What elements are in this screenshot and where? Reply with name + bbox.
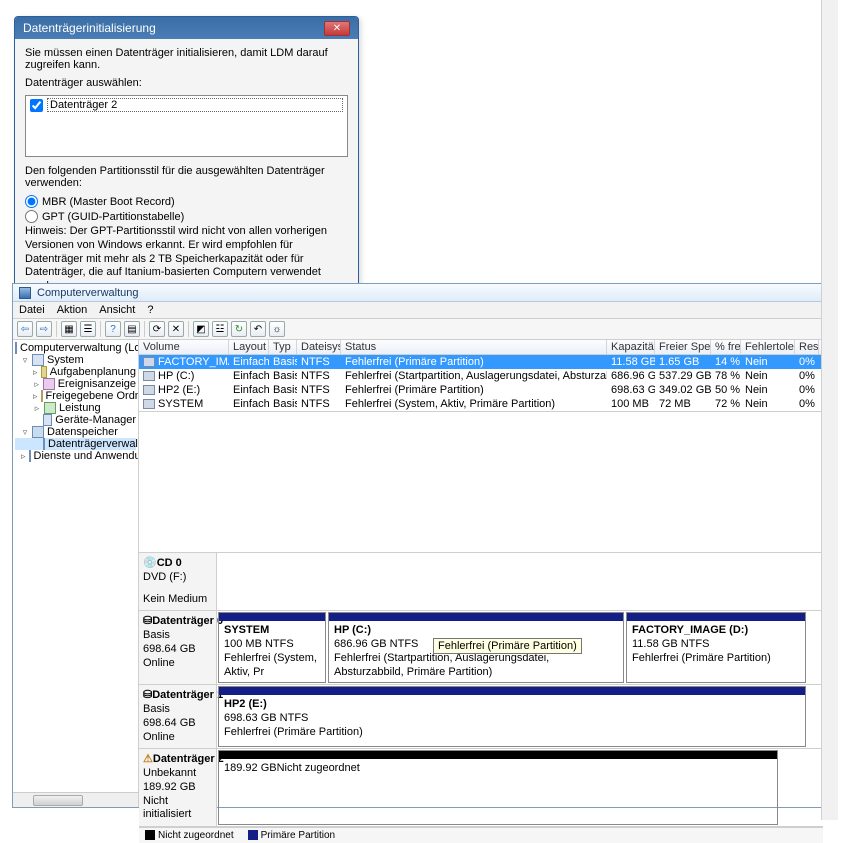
- tree-devmgr[interactable]: Geräte-Manager: [55, 414, 136, 426]
- legend: Nicht zugeordnet Primäre Partition: [139, 827, 823, 843]
- menu-action[interactable]: Aktion: [57, 304, 88, 316]
- volume-row[interactable]: SYSTEMEinfachBasisNTFSFehlerfrei (System…: [139, 397, 823, 411]
- gpt-radio-row[interactable]: GPT (GUID-Partitionstabelle): [25, 210, 348, 223]
- partition-style-label: Den folgenden Partitionsstil für die aus…: [25, 165, 348, 189]
- refresh-icon[interactable]: ⟳: [149, 321, 165, 337]
- toolbar: ⇦ ⇨ ▦ ☰ ? ▤ ⟳ ✕ ◩ ☳ ↻ ↶ ☼: [13, 319, 823, 340]
- up-icon[interactable]: ▦: [61, 321, 77, 337]
- cd-block[interactable]: 💿CD 0 DVD (F:) Kein Medium: [139, 553, 823, 611]
- dialog-title-text: Datenträgerinitialisierung: [23, 21, 156, 35]
- computer-management-window: Computerverwaltung Datei Aktion Ansicht …: [12, 283, 824, 808]
- properties-icon[interactable]: ▤: [124, 321, 140, 337]
- col-layout[interactable]: Layout: [229, 340, 269, 354]
- mbr-label: MBR (Master Boot Record): [42, 196, 175, 208]
- disk-management-pane: Volume Layout Typ Dateisystem Status Kap…: [139, 340, 823, 807]
- tree-root[interactable]: Computerverwaltung (Lokal): [20, 342, 139, 354]
- window-title: Computerverwaltung: [37, 287, 139, 299]
- close-icon[interactable]: ✕: [324, 21, 350, 36]
- partition[interactable]: FACTORY_IMAGE (D:)11.58 GB NTFSFehlerfre…: [626, 612, 806, 683]
- col-kap[interactable]: Kapazität: [607, 340, 655, 354]
- undo-icon[interactable]: ↶: [250, 321, 266, 337]
- partition-tooltip: Fehlerfrei (Primäre Partition): [433, 638, 582, 654]
- volume-row[interactable]: HP2 (E:)EinfachBasisNTFSFehlerfrei (Prim…: [139, 383, 823, 397]
- menu-view[interactable]: Ansicht: [99, 304, 135, 316]
- help-icon[interactable]: ?: [105, 321, 121, 337]
- partition[interactable]: SYSTEM100 MB NTFSFehlerfrei (System, Akt…: [218, 612, 326, 683]
- volume-list-header[interactable]: Volume Layout Typ Dateisystem Status Kap…: [139, 340, 823, 355]
- tree-storage[interactable]: Datenspeicher: [47, 426, 118, 438]
- forward-icon[interactable]: ⇨: [36, 321, 52, 337]
- volume-row[interactable]: HP (C:)EinfachBasisNTFSFehlerfrei (Start…: [139, 369, 823, 383]
- disk-icon: ⛁: [143, 689, 152, 701]
- volume-icon: [143, 357, 155, 367]
- warning-icon: ⚠: [143, 753, 153, 765]
- rescan-icon[interactable]: ↻: [231, 321, 247, 337]
- window-titlebar[interactable]: Computerverwaltung: [13, 284, 823, 302]
- volume-icon: [143, 399, 155, 409]
- disk-select-list[interactable]: Datenträger 2: [25, 95, 348, 157]
- disk-icon: ⛁: [143, 615, 152, 627]
- select-disk-label: Datenträger auswählen:: [25, 77, 348, 89]
- dialog-titlebar[interactable]: Datenträgerinitialisierung ✕: [15, 17, 358, 39]
- tree-scrollbar[interactable]: [13, 792, 138, 807]
- gpt-label: GPT (GUID-Partitionstabelle): [42, 211, 184, 223]
- tree-shared[interactable]: Freigegebene Ordner: [46, 390, 139, 402]
- menu-help[interactable]: ?: [147, 304, 153, 316]
- show-hide-icon[interactable]: ☰: [80, 321, 96, 337]
- tree-diskmgr[interactable]: Datenträgerverwaltung: [48, 438, 139, 450]
- unallocated-region[interactable]: 189.92 GBNicht zugeordnet: [218, 750, 778, 825]
- col-pct[interactable]: % frei: [711, 340, 741, 354]
- mbr-radio-row[interactable]: MBR (Master Boot Record): [25, 195, 348, 208]
- delete-icon[interactable]: ✕: [168, 321, 184, 337]
- list-icon[interactable]: ☳: [212, 321, 228, 337]
- menu-bar: Datei Aktion Ansicht ?: [13, 302, 823, 319]
- disk-map: 💿CD 0 DVD (F:) Kein Medium ⛁Datenträger …: [139, 552, 823, 827]
- volume-row[interactable]: FACTORY_IMAGE (D:)EinfachBasisNTFSFehler…: [139, 355, 823, 369]
- nav-tree[interactable]: Computerverwaltung (Lokal) ▿System ▹Aufg…: [13, 340, 139, 807]
- volume-icon: [143, 385, 155, 395]
- col-frei[interactable]: Freier Speicher: [655, 340, 711, 354]
- menu-file[interactable]: Datei: [19, 304, 45, 316]
- col-rest[interactable]: Restka: [795, 340, 819, 354]
- col-status[interactable]: Status: [341, 340, 607, 354]
- page-scrollbar[interactable]: [821, 0, 838, 820]
- disk-select-item[interactable]: Datenträger 2: [28, 98, 345, 112]
- tree-event[interactable]: Ereignisanzeige: [58, 378, 136, 390]
- mbr-radio[interactable]: [25, 195, 38, 208]
- tree-task[interactable]: Aufgabenplanung: [50, 366, 136, 378]
- volume-list[interactable]: Volume Layout Typ Dateisystem Status Kap…: [139, 340, 823, 412]
- disk-block[interactable]: ⛁Datenträger 1Basis698.64 GBOnlineHP2 (E…: [139, 685, 823, 749]
- col-fs[interactable]: Dateisystem: [297, 340, 341, 354]
- volume-icon: [143, 371, 155, 381]
- back-icon[interactable]: ⇦: [17, 321, 33, 337]
- settings-icon[interactable]: ☼: [269, 321, 285, 337]
- legend-primary: Primäre Partition: [261, 830, 335, 841]
- col-volume[interactable]: Volume: [139, 340, 229, 354]
- dialog-intro: Sie müssen einen Datenträger initialisie…: [25, 47, 348, 71]
- partition[interactable]: HP2 (E:)698.63 GB NTFSFehlerfrei (Primär…: [218, 686, 806, 747]
- app-icon: [19, 287, 31, 299]
- disk-checkbox[interactable]: [30, 99, 43, 112]
- tree-perf[interactable]: Leistung: [59, 402, 101, 414]
- col-typ[interactable]: Typ: [269, 340, 297, 354]
- gpt-radio[interactable]: [25, 210, 38, 223]
- tree-system[interactable]: System: [47, 354, 84, 366]
- cd-icon: 💿: [143, 557, 157, 569]
- legend-unalloc: Nicht zugeordnet: [158, 830, 234, 841]
- tree-services[interactable]: Dienste und Anwendungen: [34, 450, 139, 462]
- disk-item-label: Datenträger 2: [47, 98, 343, 112]
- action-icon[interactable]: ◩: [193, 321, 209, 337]
- disk-block[interactable]: ⚠Datenträger 2Unbekannt189.92 GBNicht in…: [139, 749, 823, 827]
- col-ft[interactable]: Fehlertoleranz: [741, 340, 795, 354]
